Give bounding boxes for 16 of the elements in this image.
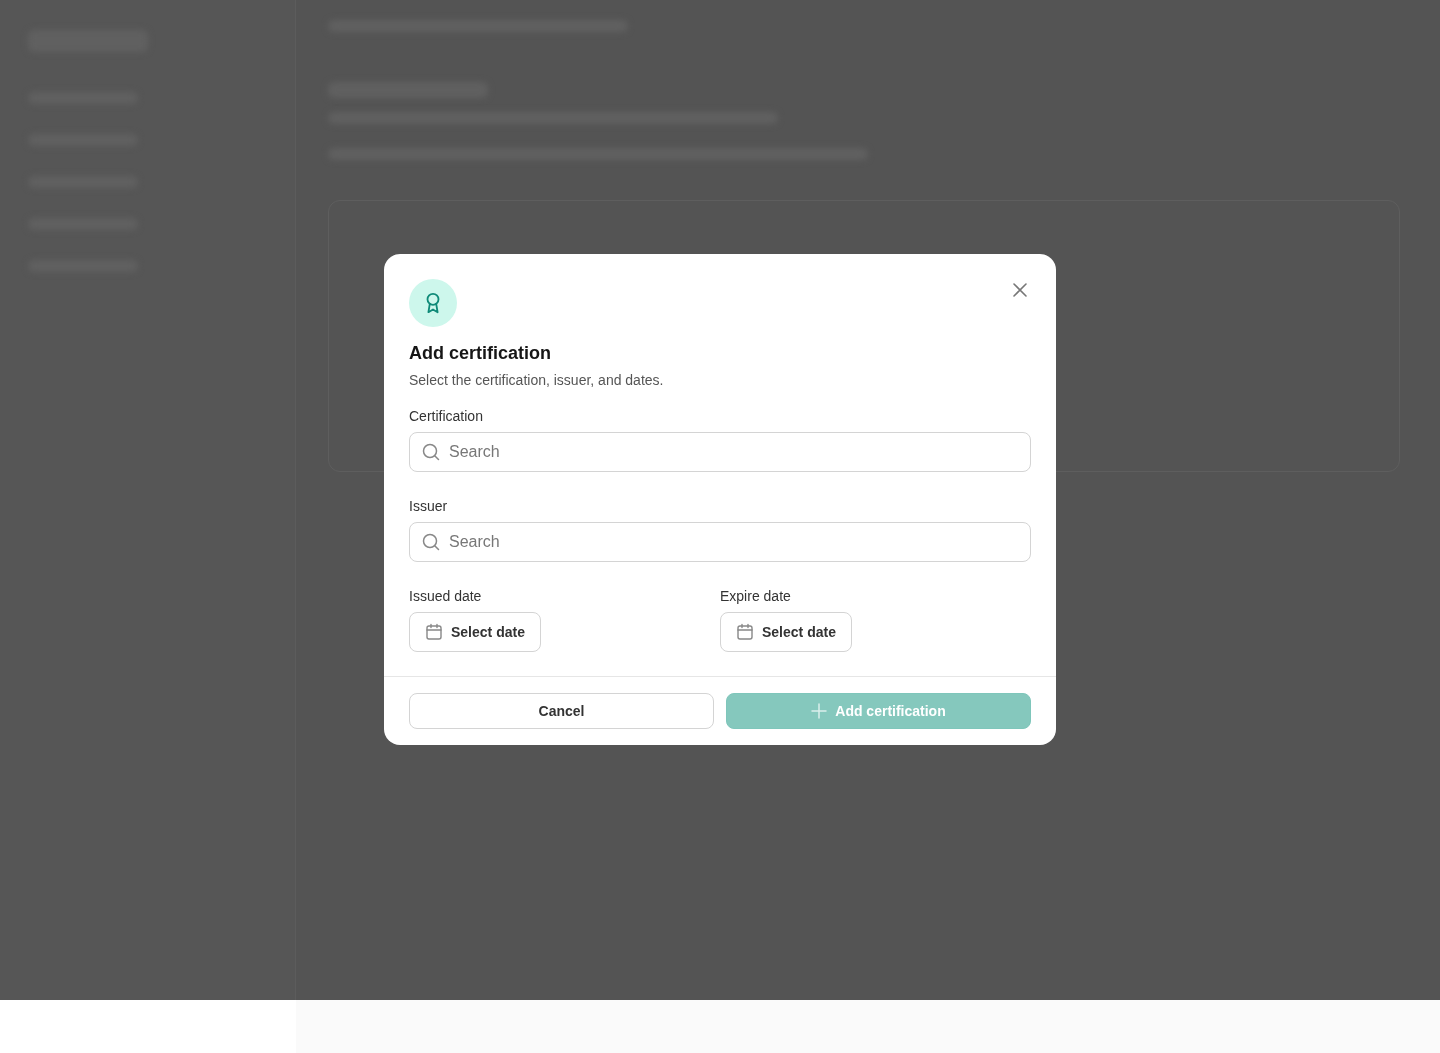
calendar-icon [425, 623, 443, 641]
field-label: Issuer [409, 498, 449, 514]
field-label: Issued date [409, 588, 483, 604]
search-field[interactable]: Search [409, 432, 1031, 472]
cancel-button[interactable]: Cancel [409, 693, 714, 729]
date-picker-button[interactable]: Select date [409, 612, 541, 652]
award-icon [409, 279, 457, 327]
field-label: Certification [409, 408, 484, 424]
field-label: Expire date [720, 588, 792, 604]
dialog-subtitle: Select the certification, issuer, and dates. [409, 372, 665, 388]
calendar-icon [736, 623, 754, 641]
date-picker-button[interactable]: Select date [720, 612, 852, 652]
plus-icon [811, 703, 828, 719]
search-field[interactable]: Search [409, 522, 1031, 562]
dialog-title: Add certification [409, 343, 552, 364]
close-icon [1012, 282, 1028, 298]
